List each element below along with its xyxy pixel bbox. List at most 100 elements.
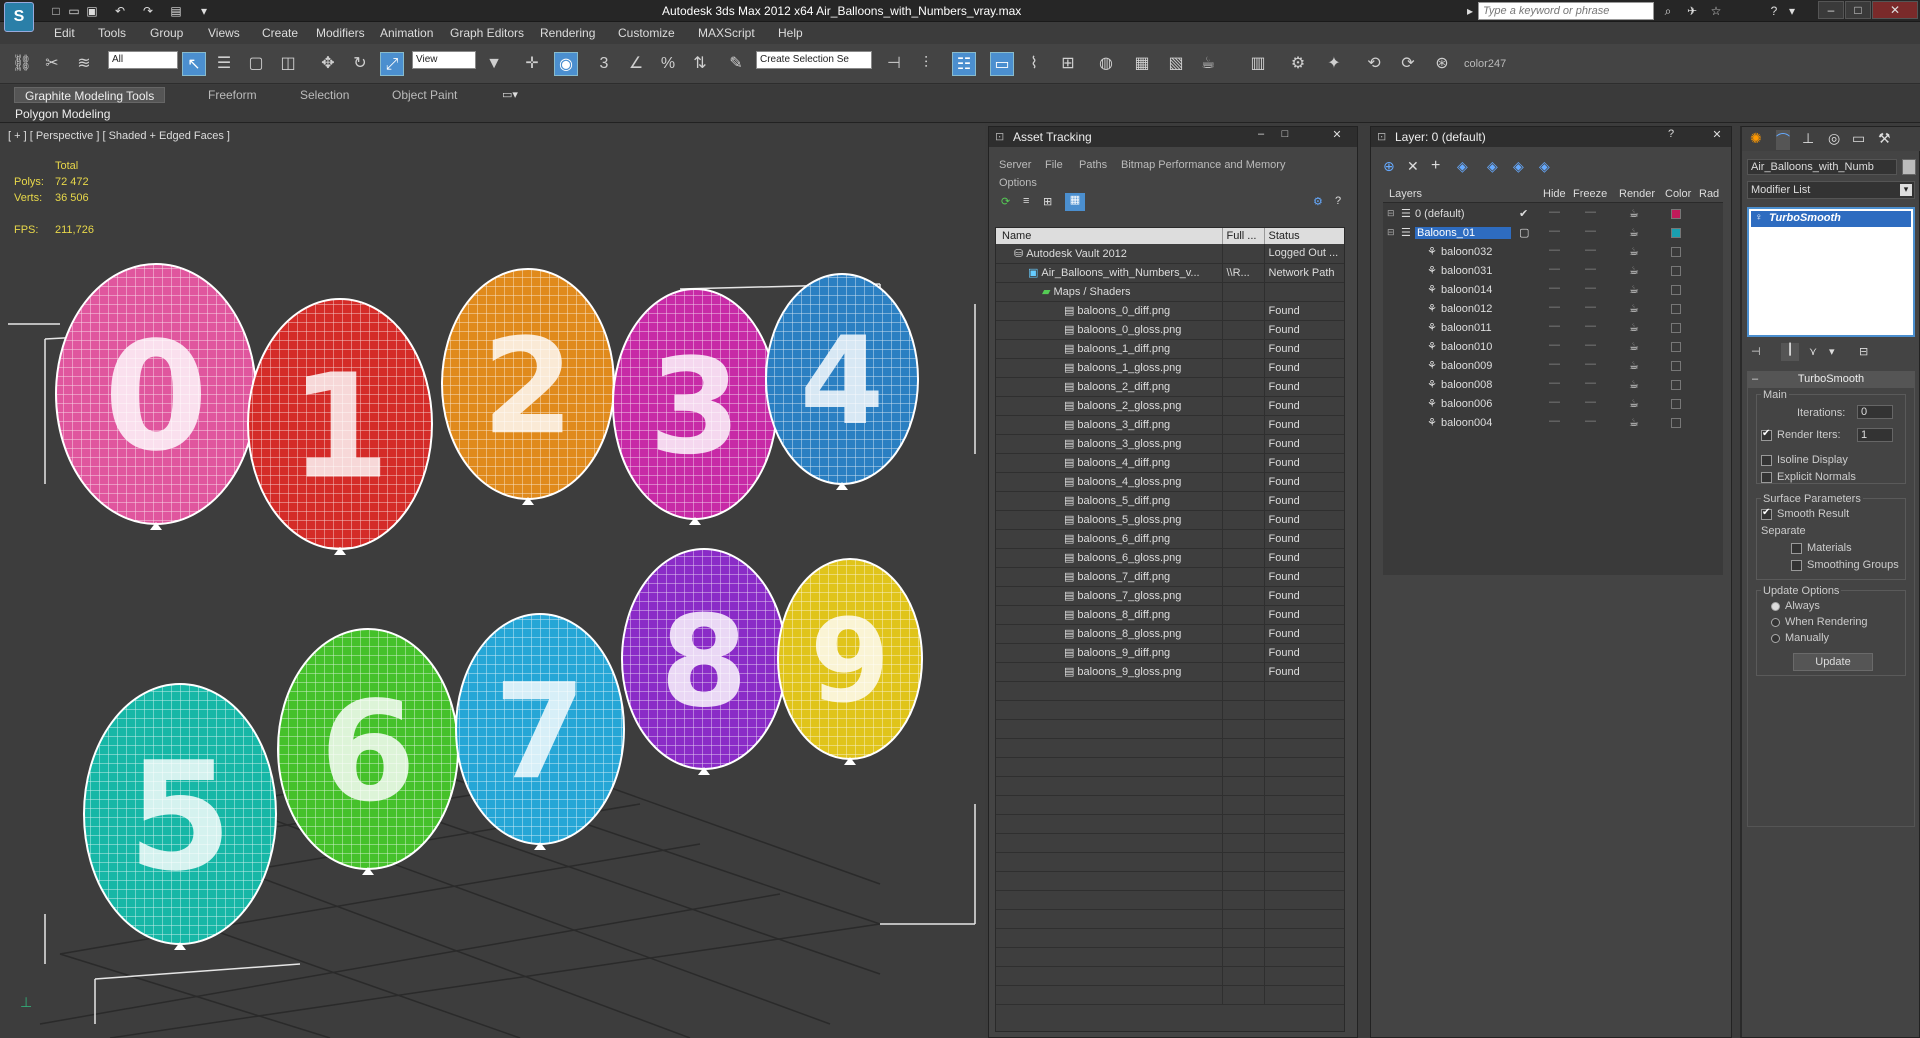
mirror-icon[interactable]: ⊣: [882, 52, 906, 76]
layer-row[interactable]: ⚘ baloon006 — — ☕: [1383, 395, 1723, 414]
iterations-spinner[interactable]: 0: [1857, 405, 1893, 419]
freeze-toggle[interactable]: —: [1585, 206, 1596, 218]
asset-row[interactable]: ▤ baloons_1_gloss.png Found: [996, 358, 1344, 378]
unlink-icon[interactable]: ✂: [40, 52, 64, 76]
scale-icon[interactable]: ⤢: [380, 52, 404, 76]
subscription-icon[interactable]: ✈: [1684, 3, 1700, 19]
asset-row[interactable]: ▣ Air_Balloons_with_Numbers_v... \\R... Net…: [996, 263, 1344, 283]
freeze-toggle[interactable]: —: [1585, 263, 1596, 275]
redo-icon[interactable]: ↷: [140, 3, 156, 19]
asset-menu-options[interactable]: Options: [999, 177, 1037, 189]
save-icon[interactable]: ▣: [84, 3, 100, 19]
freeze-toggle[interactable]: —: [1585, 244, 1596, 256]
display-tab-icon[interactable]: ▭: [1852, 130, 1865, 147]
layer-row[interactable]: ⚘ baloon031 — — ☕: [1383, 262, 1723, 281]
update-button[interactable]: Update: [1793, 653, 1873, 671]
asset-row[interactable]: ▤ baloons_5_diff.png Found: [996, 491, 1344, 511]
asset-row[interactable]: ▤ baloons_6_diff.png Found: [996, 529, 1344, 549]
menu-graph-editors[interactable]: Graph Editors: [450, 26, 524, 40]
freeze-toggle[interactable]: —: [1585, 415, 1596, 427]
asset-row[interactable]: ▤ baloons_4_diff.png Found: [996, 453, 1344, 473]
hide-toggle[interactable]: —: [1549, 301, 1560, 313]
layer-color-swatch[interactable]: [1671, 380, 1681, 390]
layer-row[interactable]: ⚘ baloon014 — — ☕: [1383, 281, 1723, 300]
layer-name[interactable]: baloon009: [1441, 360, 1492, 372]
bulb-icon[interactable]: ♀: [1755, 212, 1763, 223]
help-panel-icon[interactable]: ?: [1335, 195, 1341, 207]
maximize-panel-icon[interactable]: □: [1275, 128, 1295, 144]
layer-color-swatch[interactable]: [1671, 266, 1681, 276]
layer-col-color[interactable]: Color: [1665, 188, 1691, 200]
freeze-toggle[interactable]: —: [1585, 320, 1596, 332]
freeze-toggle[interactable]: —: [1585, 301, 1596, 313]
asset-menu-paths[interactable]: Paths: [1079, 159, 1107, 171]
qa-dropdown-icon[interactable]: ▾: [196, 3, 212, 19]
rotate-icon[interactable]: ↻: [348, 52, 372, 76]
minimize-icon[interactable]: –: [1818, 1, 1844, 19]
layer-name[interactable]: baloon014: [1441, 284, 1492, 296]
add-to-layer-icon[interactable]: +: [1431, 157, 1440, 175]
object-color-swatch[interactable]: [1902, 159, 1916, 175]
layer-row[interactable]: ⚘ baloon010 — — ☕: [1383, 338, 1723, 357]
asset-row[interactable]: ▤ baloons_8_gloss.png Found: [996, 624, 1344, 644]
tab-graphite-modeling[interactable]: Graphite Modeling Tools: [14, 87, 166, 103]
when-rendering-radio[interactable]: [1771, 618, 1780, 627]
render-teapot-icon[interactable]: ☕: [1629, 264, 1639, 277]
menu-help[interactable]: Help: [778, 26, 803, 40]
scene-canvas[interactable]: 0 1 2 3 4 5 6 7 8 9: [0, 124, 985, 1038]
layer-name[interactable]: baloon006: [1441, 398, 1492, 410]
materials-checkbox[interactable]: [1791, 543, 1802, 554]
reference-coord-dropdown[interactable]: View: [412, 51, 476, 69]
hide-toggle[interactable]: —: [1549, 377, 1560, 389]
grid-view-icon[interactable]: ▦: [1065, 193, 1085, 211]
new-layer-icon[interactable]: ⊕: [1383, 158, 1395, 175]
asset-row[interactable]: ▤ baloons_5_gloss.png Found: [996, 510, 1344, 530]
bind-spacewarp-icon[interactable]: ≋: [72, 52, 96, 76]
layer-row[interactable]: ⚘ baloon008 — — ☕: [1383, 376, 1723, 395]
render-teapot-icon[interactable]: ☕: [1629, 302, 1639, 315]
move-icon[interactable]: ✥: [316, 52, 340, 76]
layer-manager-icon[interactable]: ☷: [952, 52, 976, 76]
layer-col-freeze[interactable]: Freeze: [1573, 188, 1607, 200]
rendered-frame-icon[interactable]: ▧: [1164, 52, 1188, 76]
asset-row[interactable]: ▤ baloons_9_diff.png Found: [996, 643, 1344, 663]
close-icon[interactable]: ✕: [1872, 1, 1918, 19]
binoculars-icon[interactable]: ⌕: [1660, 3, 1676, 19]
app-logo-icon[interactable]: S: [4, 2, 34, 32]
stack-item-turbosmooth[interactable]: TurboSmooth: [1751, 211, 1911, 227]
render-teapot-icon[interactable]: ☕: [1629, 207, 1639, 220]
select-object-icon[interactable]: ↖: [182, 52, 206, 76]
hide-toggle[interactable]: —: [1549, 244, 1560, 256]
selection-filter-dropdown[interactable]: All: [108, 51, 178, 69]
delete-layer-icon[interactable]: ✕: [1407, 158, 1419, 175]
render-production-icon[interactable]: ☕: [1196, 52, 1220, 76]
curve-editor-icon[interactable]: ⌇: [1022, 52, 1046, 76]
tab-object-paint[interactable]: Object Paint: [382, 87, 467, 103]
layer-name[interactable]: baloon004: [1441, 417, 1492, 429]
layer-row[interactable]: ⊟ ☰ Baloons_01 ▢ — — ☕: [1383, 224, 1723, 243]
layer-col-rad[interactable]: Rad: [1699, 188, 1719, 200]
layer-color-swatch[interactable]: [1671, 342, 1681, 352]
open-file-icon[interactable]: ▭: [66, 3, 82, 19]
vray-tool-b-icon[interactable]: ✦: [1322, 52, 1346, 76]
hide-toggle[interactable]: —: [1549, 282, 1560, 294]
new-file-icon[interactable]: □: [48, 3, 64, 19]
layer-row[interactable]: ⚘ baloon011 — — ☕: [1383, 319, 1723, 338]
hide-toggle[interactable]: —: [1549, 396, 1560, 408]
named-selection-dropdown[interactable]: Create Selection Se: [756, 51, 872, 69]
layer-col-hide[interactable]: Hide: [1543, 188, 1566, 200]
isoline-checkbox[interactable]: [1761, 455, 1772, 466]
menu-group[interactable]: Group: [150, 26, 183, 40]
rollout-collapse-icon[interactable]: –: [1752, 373, 1758, 385]
rectangular-selection-icon[interactable]: ▢: [244, 52, 268, 76]
help-icon[interactable]: ?: [1766, 3, 1782, 19]
asset-row[interactable]: ▤ baloons_0_gloss.png Found: [996, 320, 1344, 340]
layer-row[interactable]: ⚘ baloon032 — — ☕: [1383, 243, 1723, 262]
asset-row[interactable]: ▤ baloons_3_gloss.png Found: [996, 434, 1344, 454]
hide-toggle[interactable]: —: [1549, 225, 1560, 237]
active-layer-check-icon[interactable]: ✔: [1519, 207, 1528, 220]
asset-row[interactable]: ▤ baloons_8_diff.png Found: [996, 605, 1344, 625]
render-teapot-icon[interactable]: ☕: [1629, 283, 1639, 296]
asset-row[interactable]: ▰ Maps / Shaders: [996, 282, 1344, 302]
hide-toggle[interactable]: —: [1549, 263, 1560, 275]
